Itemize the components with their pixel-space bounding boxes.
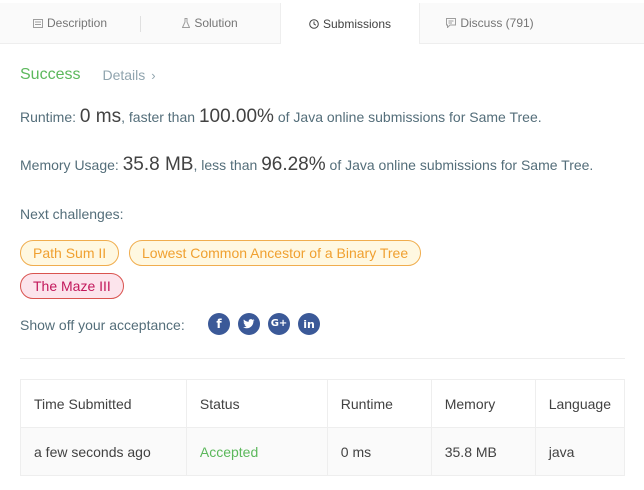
cell-runtime: 0 ms — [326, 427, 432, 476]
runtime-percent: 100.00% — [198, 106, 274, 127]
tab-description-label: Description — [46, 16, 108, 30]
memory-percent: 96.28% — [261, 154, 326, 175]
details-label: Details — [102, 67, 146, 83]
tab-discuss-label: Discuss (791) — [460, 16, 534, 30]
google-plus-icon[interactable]: G+ — [268, 313, 290, 335]
next-challenges-label: Next challenges: — [20, 206, 124, 222]
memory-stat: Memory Usage: 35.8 MB, less than 96.28% … — [20, 154, 593, 176]
linkedin-icon[interactable]: in — [298, 313, 320, 335]
tab-bar: Description Solution Submissions Discuss… — [0, 3, 644, 44]
runtime-value: 0 ms — [79, 106, 122, 127]
column-runtime[interactable]: Runtime — [326, 379, 432, 428]
memory-label: Memory Usage: — [20, 157, 119, 173]
tab-submissions[interactable]: Submissions — [280, 3, 420, 44]
challenge-lowest-common-ancestor[interactable]: Lowest Common Ancestor of a Binary Tree — [129, 240, 422, 266]
memory-value: 35.8 MB — [122, 154, 194, 175]
tab-solution[interactable]: Solution — [140, 3, 280, 43]
submissions-table: Time Submitted Status Runtime Memory Lan… — [20, 379, 626, 476]
divider — [20, 358, 625, 359]
comment-icon — [446, 18, 457, 28]
submission-result: Success Details › — [20, 66, 156, 84]
column-status[interactable]: Status — [185, 379, 328, 428]
column-language[interactable]: Language — [534, 379, 626, 428]
challenge-the-maze-iii[interactable]: The Maze III — [20, 273, 124, 299]
runtime-suffix: of Java online submissions for Same Tree… — [277, 109, 542, 125]
cell-memory: 35.8 MB — [430, 427, 536, 476]
runtime-label: Runtime: — [20, 109, 77, 125]
memory-suffix: of Java online submissions for Same Tree… — [329, 157, 594, 173]
tab-submissions-label: Submissions — [322, 16, 392, 31]
clock-icon — [309, 18, 319, 29]
tab-solution-label: Solution — [194, 16, 238, 30]
chevron-right-icon: › — [151, 67, 156, 83]
challenge-path-sum-ii[interactable]: Path Sum II — [20, 240, 120, 266]
memory-compare: , less than — [193, 157, 258, 173]
share-label: Show off your acceptance: — [20, 317, 185, 333]
description-icon — [32, 18, 43, 28]
table-row: a few seconds ago Accepted 0 ms 35.8 MB … — [20, 427, 626, 476]
runtime-stat: Runtime: 0 ms, faster than 100.00% of Ja… — [20, 106, 542, 128]
cell-status-accepted[interactable]: Accepted — [185, 427, 328, 476]
twitter-icon[interactable] — [238, 313, 260, 335]
runtime-compare: , faster than — [121, 109, 196, 125]
flask-icon — [182, 18, 191, 28]
cell-time-submitted: a few seconds ago — [20, 427, 187, 476]
table-header-row: Time Submitted Status Runtime Memory Lan… — [20, 379, 626, 428]
column-time-submitted[interactable]: Time Submitted — [20, 379, 187, 428]
facebook-icon[interactable]: f — [208, 313, 230, 335]
tab-discuss[interactable]: Discuss (791) — [420, 3, 560, 43]
tab-description[interactable]: Description — [0, 3, 140, 43]
column-memory[interactable]: Memory — [430, 379, 536, 428]
cell-language: java — [534, 427, 626, 476]
details-link[interactable]: Details › — [102, 67, 155, 83]
status-success: Success — [20, 66, 81, 83]
